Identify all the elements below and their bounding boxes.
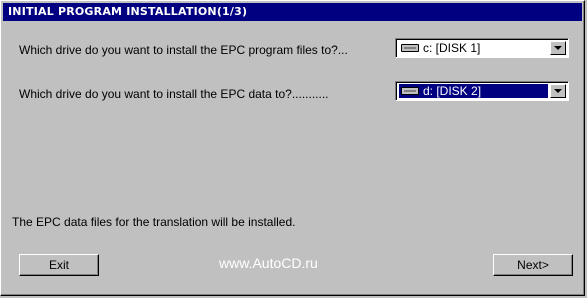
program-drive-dropdown-button[interactable]	[550, 41, 566, 55]
data-drive-select[interactable]: d: [DISK 2]	[395, 81, 569, 101]
installer-window: INITIAL PROGRAM INSTALLATION(1/3) Which …	[0, 0, 585, 296]
program-drive-question: Which drive do you want to install the E…	[19, 43, 348, 57]
chevron-down-icon	[554, 89, 562, 93]
exit-button[interactable]: Exit	[19, 254, 99, 276]
data-drive-value: d: [DISK 2]	[423, 84, 482, 98]
drive-icon	[401, 87, 419, 95]
data-drive-question: Which drive do you want to install the E…	[19, 87, 329, 101]
window-title: INITIAL PROGRAM INSTALLATION(1/3)	[3, 3, 582, 21]
next-button[interactable]: Next>	[493, 254, 573, 276]
data-drive-dropdown-button[interactable]	[550, 84, 566, 98]
watermark-text: www.AutoCD.ru	[219, 255, 318, 271]
drive-icon	[401, 44, 419, 52]
chevron-down-icon	[554, 46, 562, 50]
data-drive-value-container: d: [DISK 2]	[399, 84, 548, 98]
program-drive-value-container: c: [DISK 1]	[399, 41, 548, 55]
program-drive-value: c: [DISK 1]	[423, 41, 481, 55]
info-message: The EPC data files for the translation w…	[12, 215, 296, 229]
program-drive-select[interactable]: c: [DISK 1]	[395, 38, 569, 58]
